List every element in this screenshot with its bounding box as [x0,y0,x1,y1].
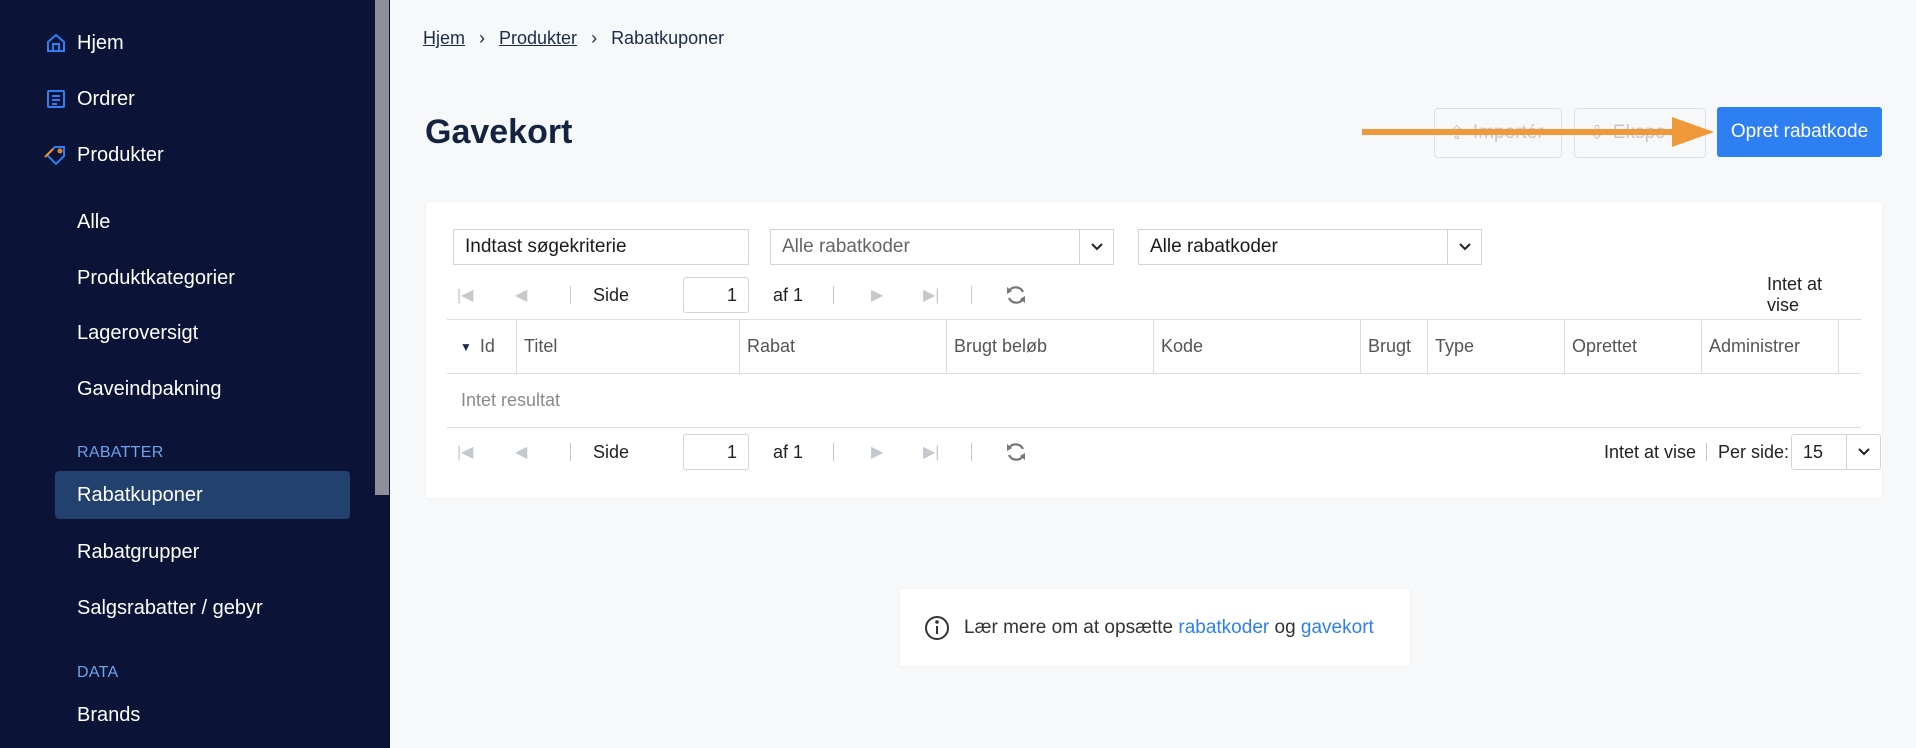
per-side-value: 15 [1803,441,1824,462]
sidebar-item-lageroversigt[interactable]: Lageroversigt [55,309,350,357]
info-prefix: Lær mere om at opsætte [964,616,1174,638]
discount-table: ▼ Id Titel Rabat Brugt beløb Kode Brugt … [447,319,1861,428]
chevron-right-icon: › [591,28,598,48]
sidebar-item-label: Ordrer [77,87,135,110]
pager-top: |◀ ◀ Side 1 af 1 ▶ ▶| Intet at vise [453,274,1853,315]
first-page-icon[interactable]: |◀ [457,277,473,313]
chevron-down-icon [1447,230,1481,264]
sidebar-item-label: Produktkategorier [77,266,235,289]
column-header-brugt[interactable]: Brugt [1361,320,1428,373]
pager-divider [570,286,571,304]
pager-divider [971,286,972,304]
sidebar-item-label: Salgsrabatter / gebyr [77,596,263,619]
sidebar-item-produktkategorier[interactable]: Produktkategorier [55,254,350,302]
last-page-icon[interactable]: ▶| [923,277,939,313]
prev-page-icon[interactable]: ◀ [515,277,527,313]
sidebar-item-hjem[interactable]: Hjem [0,21,375,65]
discount-table-card: Indtast søgekriterie Alle rabatkoder All… [426,202,1882,498]
column-header-kode[interactable]: Kode [1154,320,1361,373]
filter-select-1[interactable]: Alle rabatkoder [770,229,1114,265]
sidebar-scrollbar-thumb[interactable] [375,0,389,495]
sidebar-item-alle[interactable]: Alle [55,198,350,246]
table-header: ▼ Id Titel Rabat Brugt beløb Kode Brugt … [447,319,1861,374]
breadcrumb-link-produkter[interactable]: Produkter [499,28,577,49]
filter-select-1-value: Alle rabatkoder [782,236,910,257]
last-page-icon[interactable]: ▶| [923,434,939,470]
pager-of-label: af 1 [773,441,804,462]
column-header-label: Id [479,336,495,356]
pager-info: Intet at vise [1604,441,1697,462]
sidebar-item-rabatgrupper[interactable]: Rabatgrupper [55,528,350,576]
pager-divider [833,443,834,461]
next-page-icon[interactable]: ▶ [871,434,883,470]
sidebar-item-label: Lageroversigt [77,321,199,344]
pager-side-label: Side [593,441,630,462]
breadcrumb-current: Rabatkuponer [611,28,725,48]
pager-divider [833,286,834,304]
filter-select-2[interactable]: Alle rabatkoder [1138,229,1482,265]
chevron-down-icon [1079,230,1113,264]
sidebar-item-label: Rabatkuponer [77,483,203,506]
pager-divider [1706,443,1707,461]
page-number-input[interactable]: 1 [683,277,749,313]
sidebar-item-salgsrabatter[interactable]: Salgsrabatter / gebyr [55,584,350,632]
column-header-rabat[interactable]: Rabat [740,320,947,373]
sidebar-item-label: Gaveindpakning [77,377,222,400]
per-side-label: Per side: [1718,441,1790,462]
column-header-administrer[interactable]: Administrer [1702,320,1839,373]
per-side-select[interactable]: 15 [1791,434,1881,470]
section-data: DATA [77,664,119,681]
sidebar-item-brands[interactable]: Brands [55,691,350,739]
chevron-down-icon [1846,435,1880,469]
pager-of-label: af 1 [773,284,804,305]
page-number-input[interactable]: 1 [683,434,749,470]
create-discount-button[interactable]: Opret rabatkode [1717,107,1882,157]
sidebar-item-ordrer[interactable]: Ordrer [0,77,375,121]
rabatkoder-link[interactable]: rabatkoder [1178,617,1269,639]
sidebar-item-rabatkuponer[interactable]: Rabatkuponer [55,471,350,519]
info-conj: og [1274,616,1296,638]
prev-page-icon[interactable]: ◀ [515,434,527,470]
orders-icon [44,87,68,111]
filter-select-2-value: Alle rabatkoder [1150,236,1278,257]
pager-info: Intet at vise [1767,274,1823,315]
home-icon [44,31,68,55]
sidebar-item-label: Alle [77,210,111,233]
tag-icon [44,143,68,167]
first-page-icon[interactable]: |◀ [457,434,473,470]
arrow-annotation-icon [1362,117,1714,147]
sidebar: Hjem Ordrer Produkter Alle Produktkatego… [0,0,390,748]
sidebar-item-gaveindpakning[interactable]: Gaveindpakning [55,365,350,413]
sort-desc-icon: ▼ [460,339,472,354]
chevron-right-icon: › [479,28,486,48]
column-header-id[interactable]: ▼ Id [447,320,517,373]
pager-side-label: Side [593,284,630,305]
column-header-titel[interactable]: Titel [517,320,740,373]
next-page-icon[interactable]: ▶ [871,277,883,313]
refresh-icon[interactable] [1005,434,1027,470]
gavekort-link[interactable]: gavekort [1301,617,1374,639]
breadcrumb-link-hjem[interactable]: Hjem [423,28,465,49]
sidebar-item-label: Hjem [77,31,124,54]
pager-divider [971,443,972,461]
breadcrumb: Hjem › Produkter › Rabatkuponer [423,28,724,49]
info-icon [924,615,950,641]
sidebar-item-label: Produkter [77,143,164,166]
column-header-brugt-beloeb[interactable]: Brugt beløb [947,320,1154,373]
help-info-box: Lær mere om at opsætte rabatkoder og gav… [900,589,1410,666]
sidebar-item-label: Rabatgrupper [77,540,200,563]
page-title: Gavekort [425,113,573,151]
refresh-icon[interactable] [1005,277,1027,313]
sidebar-item-produkter[interactable]: Produkter [0,133,375,177]
pager-divider [570,443,571,461]
empty-row: Intet resultat [447,374,1861,428]
pager-bottom: |◀ ◀ Side 1 af 1 ▶ ▶| Intet at vise Per … [453,434,1881,470]
column-header-oprettet[interactable]: Oprettet [1565,320,1702,373]
search-input[interactable]: Indtast søgekriterie [453,229,749,265]
section-rabatter: RABATTER [77,444,164,461]
sidebar-item-label: Brands [77,703,141,726]
column-header-type[interactable]: Type [1428,320,1565,373]
